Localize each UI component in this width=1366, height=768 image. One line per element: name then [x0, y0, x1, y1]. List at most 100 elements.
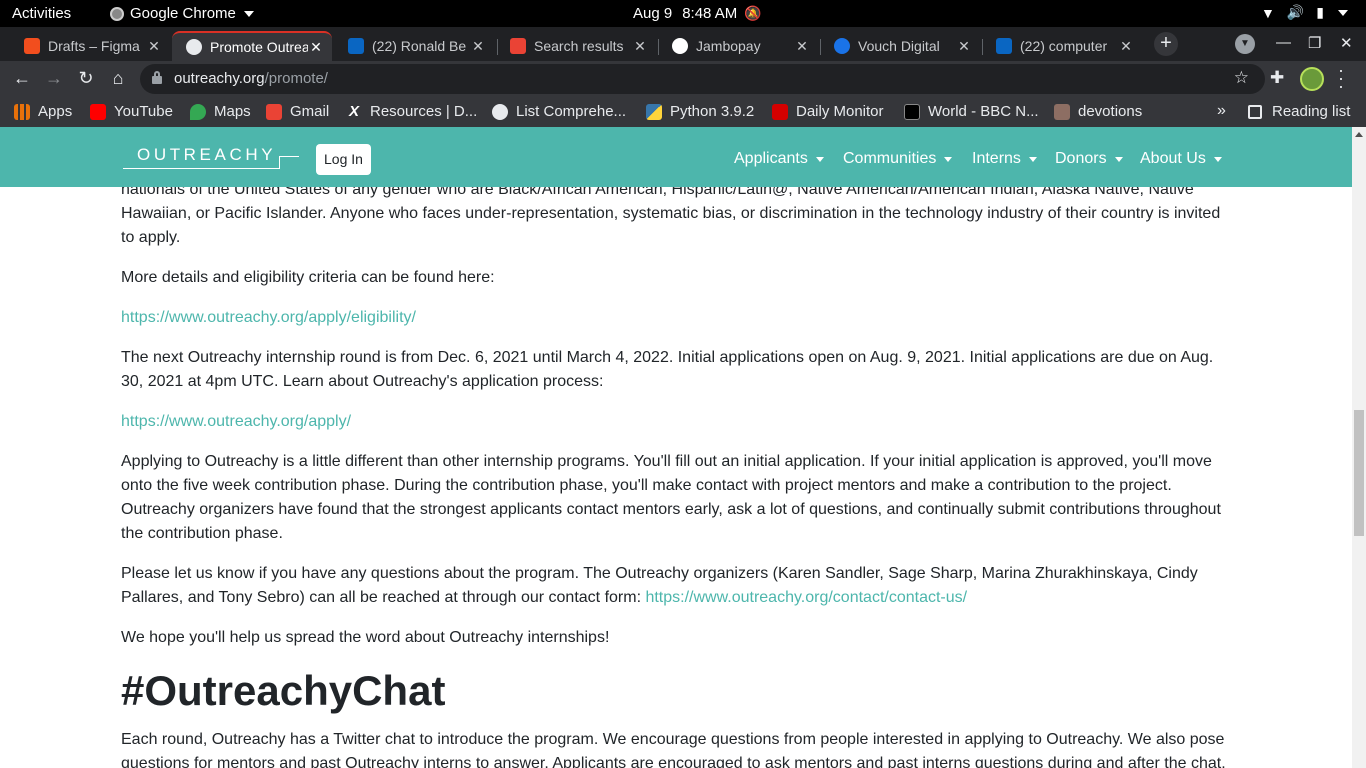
bookmark-maps[interactable]: Maps [190, 103, 251, 120]
globe-icon [492, 103, 508, 120]
tab-search-button[interactable]: ▼ [1235, 34, 1255, 54]
new-tab-button[interactable]: + [1154, 32, 1178, 56]
home-button[interactable]: ⌂ [107, 68, 129, 89]
tab-title: Drafts – Figma [48, 38, 140, 54]
bookmark-resources[interactable]: X Resources | D... [346, 103, 477, 120]
bookmark-star-icon[interactable]: ☆ [1234, 68, 1249, 88]
tab-title: Promote Outreachy [210, 39, 308, 55]
lock-icon[interactable] [152, 71, 162, 84]
scrollbar-thumb[interactable] [1354, 410, 1364, 536]
url-text[interactable]: outreachy.org/promote/ [174, 70, 328, 87]
bookmark-bbc-world[interactable]: World - BBC N... [904, 103, 1039, 120]
extensions-puzzle-icon[interactable]: ✚ [1270, 68, 1284, 88]
bookmark-daily-monitor[interactable]: Daily Monitor [772, 103, 884, 120]
apply-link[interactable]: https://www.outreachy.org/apply/ [121, 413, 351, 430]
tab-title: Jambopay [696, 38, 761, 54]
bookmark-python[interactable]: Python 3.9.2 [646, 103, 754, 120]
tab-figma[interactable]: Drafts – Figma ✕ [10, 31, 170, 61]
clock-time: 8:48 AM [682, 5, 738, 22]
bbc-icon [904, 103, 920, 120]
app-menu-label: Google Chrome [130, 5, 236, 22]
reading-list-button[interactable]: Reading list [1248, 103, 1350, 120]
bookmark-gmail[interactable]: Gmail [266, 103, 329, 120]
linkedin-icon [348, 38, 364, 54]
apps-grid-icon [14, 103, 30, 120]
python-icon [646, 103, 662, 120]
notifications-muted-icon: 🔕 [744, 5, 762, 21]
tab-vouch-digital[interactable]: Vouch Digital ✕ [820, 31, 980, 61]
site-navbar: OUTREACHY Log In Applicants Communities … [0, 127, 1352, 187]
reading-list-icon [1248, 104, 1262, 119]
tab-title: Vouch Digital [858, 38, 940, 54]
caret-down-icon [944, 156, 953, 162]
eligibility-paragraph: nationals of the United States of any ge… [121, 181, 1221, 246]
forward-button[interactable]: → [43, 68, 65, 89]
avatar[interactable] [1300, 67, 1324, 91]
tab-title: (22) computer [1020, 38, 1108, 54]
chrome-icon [110, 6, 124, 21]
contact-link[interactable]: https://www.outreachy.org/contact/contac… [645, 589, 967, 606]
devotions-icon [1054, 103, 1070, 120]
nav-interns[interactable]: Interns [972, 150, 1037, 168]
clock-date: Aug 9 [633, 5, 673, 22]
back-button[interactable]: ← [11, 68, 33, 89]
eligibility-link[interactable]: https://www.outreachy.org/apply/eligibil… [121, 309, 416, 326]
address-bar[interactable]: outreachy.org/promote/ ☆ [140, 64, 1265, 94]
main-content: nationals of the United States of any ge… [121, 178, 1233, 768]
close-icon[interactable]: ✕ [470, 38, 486, 55]
details-paragraph: More details and eligibility criteria ca… [121, 269, 495, 286]
reload-button[interactable]: ↻ [75, 68, 97, 89]
twitter-chat-paragraph: Each round, Outreachy has a Twitter chat… [121, 731, 1226, 768]
tab-linkedin-ronald[interactable]: (22) Ronald Be ✕ [334, 31, 494, 61]
x-icon: X [348, 102, 359, 120]
contact-paragraph: Please let us know if you have any quest… [121, 565, 1198, 606]
caret-down-icon [1028, 156, 1037, 162]
tab-gmail-search[interactable]: Search results ✕ [496, 31, 656, 61]
application-process-paragraph: Applying to Outreachy is a little differ… [121, 453, 1221, 542]
close-window-button[interactable]: ✕ [1340, 34, 1353, 52]
bookmark-apps[interactable]: Apps [14, 103, 72, 120]
close-icon[interactable]: ✕ [632, 38, 648, 55]
clock[interactable]: Aug 9 8:48 AM [633, 5, 737, 22]
close-icon[interactable]: ✕ [794, 38, 810, 55]
nav-applicants[interactable]: Applicants [734, 150, 824, 168]
minimize-button[interactable]: — [1276, 34, 1291, 51]
login-button[interactable]: Log In [316, 144, 371, 175]
bookmark-youtube[interactable]: YouTube [90, 103, 173, 120]
system-tray[interactable]: ▼ 🔊 ▮ [1261, 4, 1348, 21]
system-top-bar: Activities Google Chrome Aug 9 8:48 AM 🔕… [0, 0, 1366, 27]
caret-down-icon [1114, 156, 1123, 162]
tab-jambopay[interactable]: Jambopay ✕ [658, 31, 818, 61]
figma-icon [24, 38, 40, 54]
bookmarks-bar: Apps YouTube Maps Gmail X Resources | D.… [0, 97, 1366, 127]
nav-donors[interactable]: Donors [1055, 150, 1123, 168]
wifi-icon: ▼ [1260, 4, 1275, 21]
maximize-button[interactable]: ❐ [1308, 34, 1321, 52]
jambopay-icon [672, 38, 688, 54]
linkedin-icon [996, 38, 1012, 54]
tab-promote-outreachy[interactable]: Promote Outreachy ✕ [172, 31, 332, 61]
power-menu-caret-icon [1338, 9, 1348, 16]
outreachy-logo[interactable]: OUTREACHY [123, 143, 301, 169]
browser-toolbar: ← → ↻ ⌂ outreachy.org/promote/ ☆ [0, 61, 1366, 97]
page-scrollbar[interactable] [1352, 127, 1366, 768]
battery-icon: ▮ [1316, 4, 1324, 20]
activities-button[interactable]: Activities [12, 5, 71, 22]
more-bookmarks-chevron-icon[interactable]: » [1217, 102, 1226, 120]
nav-about-us[interactable]: About Us [1140, 150, 1222, 168]
app-menu[interactable]: Google Chrome [110, 5, 254, 22]
close-icon[interactable]: ✕ [1118, 38, 1134, 55]
bookmark-devotions[interactable]: devotions [1054, 103, 1142, 120]
maps-icon [190, 103, 206, 120]
tab-linkedin-computer[interactable]: (22) computer ✕ [982, 31, 1142, 61]
scroll-up-arrow-icon[interactable] [1355, 132, 1363, 137]
nav-communities[interactable]: Communities [843, 150, 953, 168]
caret-down-icon [1213, 156, 1222, 162]
close-icon[interactable]: ✕ [956, 38, 972, 55]
chrome-menu-button[interactable]: · · · [1336, 61, 1346, 95]
outreachy-chat-heading: #OutreachyChat [121, 667, 446, 714]
bookmark-list-comprehension[interactable]: List Comprehe... [492, 103, 626, 120]
close-icon[interactable]: ✕ [308, 39, 324, 56]
spread-word-paragraph: We hope you'll help us spread the word a… [121, 629, 610, 646]
close-icon[interactable]: ✕ [146, 38, 162, 55]
